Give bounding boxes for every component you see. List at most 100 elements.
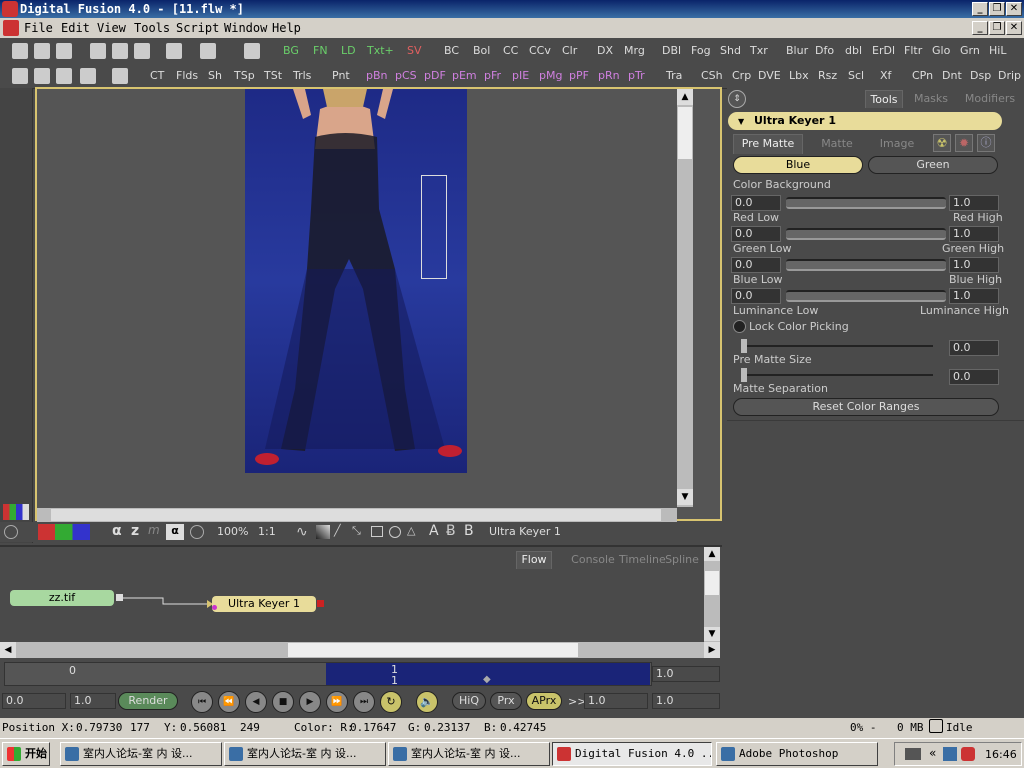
tool-rsz[interactable]: Rsz [818, 69, 837, 82]
task-photoshop[interactable]: Adobe Photoshop [716, 742, 878, 766]
flow-area[interactable]: Flow Console Timeline Spline ▲ ▼ zz.tif … [0, 545, 722, 658]
luminance-low-field[interactable]: 0.0 [731, 288, 781, 304]
selection-rectangle[interactable] [421, 175, 447, 279]
tool-bc[interactable]: BC [444, 44, 459, 57]
new-icon[interactable] [12, 43, 28, 59]
tab-modifiers[interactable]: Modifiers [962, 92, 1018, 105]
green-high-field[interactable]: 1.0 [949, 226, 999, 242]
flow-hscroll-thumb[interactable] [288, 643, 578, 657]
tool-dbl[interactable]: DBl [662, 44, 681, 57]
gear-icon[interactable]: ✹ [955, 134, 973, 152]
prx-button[interactable]: Prx [490, 692, 522, 710]
circle-icon[interactable] [389, 526, 401, 538]
brush-icon[interactable]: ╱ [334, 524, 350, 540]
menu-tools[interactable]: Tools [134, 21, 170, 35]
tool-shd[interactable]: Shd [720, 44, 741, 57]
subtab-pre-matte[interactable]: Pre Matte [733, 134, 803, 154]
tab-spline[interactable]: Spline [664, 553, 700, 566]
tab-tools[interactable]: Tools [865, 90, 903, 108]
tool-ld[interactable]: LD [341, 44, 356, 57]
tool-ptr[interactable]: pTr [628, 69, 645, 82]
checker-icon[interactable] [190, 525, 204, 539]
node-output-port-red[interactable] [317, 600, 324, 607]
menu-view[interactable]: View [97, 21, 126, 35]
memory-icon[interactable] [112, 68, 128, 84]
tool-txr[interactable]: Txr [750, 44, 768, 57]
tool-grn[interactable]: Grn [960, 44, 980, 57]
tool-txt[interactable]: Txt+ [367, 44, 394, 57]
tool-pmg[interactable]: pMg [539, 69, 562, 82]
scroll-thumb[interactable] [678, 107, 692, 159]
tool-fltr[interactable]: Fltr [904, 44, 922, 57]
tool-pdf[interactable]: pDF [424, 69, 446, 82]
tool-fog[interactable]: Fog [691, 44, 711, 57]
tool-hil[interactable]: HiL [989, 44, 1006, 57]
playhead-icon[interactable]: ◆ [483, 674, 491, 685]
scroll-up-icon[interactable]: ▲ [677, 89, 693, 105]
render-button[interactable]: Render [118, 692, 178, 710]
flow-scroll-thumb[interactable] [705, 571, 719, 595]
viewer-hscroll[interactable] [37, 508, 677, 522]
color-channel-icon[interactable] [38, 524, 90, 540]
tool-prn[interactable]: pRn [598, 69, 620, 82]
go-to-end-icon[interactable]: ⏭ [353, 691, 375, 713]
red-high-field[interactable]: 1.0 [949, 195, 999, 211]
blue-low-field[interactable]: 0.0 [731, 257, 781, 273]
matte-separation-handle[interactable] [741, 368, 747, 382]
tray-expand-icon[interactable]: « [929, 746, 936, 760]
tool-pfr[interactable]: pFr [484, 69, 501, 82]
tab-masks[interactable]: Masks [909, 92, 953, 105]
channel-alpha-button[interactable]: α [112, 523, 122, 539]
lock-color-radio[interactable] [733, 320, 746, 333]
tool-bg[interactable]: BG [283, 44, 299, 57]
subtab-image[interactable]: Image [869, 137, 925, 150]
minimize-icon[interactable]: _ [972, 2, 988, 16]
menu-edit[interactable]: Edit [61, 21, 90, 35]
pre-matte-size-handle[interactable] [741, 339, 747, 353]
menu-window[interactable]: Window [224, 21, 267, 35]
layout-quad-icon[interactable] [80, 68, 96, 84]
ratio-readout[interactable]: 1:1 [258, 525, 276, 538]
channel-ab-divider-icon[interactable]: Ƀ [446, 523, 456, 539]
menu-script[interactable]: Script [176, 21, 219, 35]
timeline-end-field[interactable]: 1.0 [652, 666, 720, 682]
go-to-start-icon[interactable]: ⏮ [191, 691, 213, 713]
tool-blur[interactable]: Blur [786, 44, 808, 57]
tool-dbl2[interactable]: dbl [845, 44, 862, 57]
doc-restore-icon[interactable]: ❐ [989, 21, 1005, 35]
green-option-button[interactable]: Green [868, 156, 998, 174]
flow-scroll-left-icon[interactable]: ◀ [0, 642, 16, 658]
tool-tst[interactable]: TSt [264, 69, 282, 82]
viewer-vscroll[interactable]: ▲ ▼ [677, 89, 693, 507]
node-ultra-keyer[interactable]: Ultra Keyer 1 [212, 596, 316, 612]
blue-high-field[interactable]: 1.0 [949, 257, 999, 273]
doc-minimize-icon[interactable]: _ [972, 21, 988, 35]
global-start-field[interactable]: 0.0 [2, 693, 66, 709]
tool-dnt[interactable]: Dnt [942, 69, 962, 82]
paste-icon[interactable] [134, 43, 150, 59]
layout-single-icon[interactable] [12, 68, 28, 84]
keyboard-icon[interactable] [905, 748, 921, 760]
luminance-range-slider[interactable] [786, 290, 946, 302]
task-forum-3[interactable]: 室内人论坛-室 内 设... [388, 742, 550, 766]
alpha-toggle-icon[interactable]: α [166, 524, 184, 540]
task-forum-2[interactable]: 室内人论坛-室 内 设... [224, 742, 386, 766]
tool-sh[interactable]: Sh [208, 69, 222, 82]
menu-help[interactable]: Help [272, 21, 301, 35]
tool-pnt[interactable]: Pnt [332, 69, 350, 82]
zoom-readout[interactable]: 100% [217, 525, 248, 538]
tool-dve[interactable]: DVE [758, 69, 781, 82]
blue-range-slider[interactable] [786, 259, 946, 271]
tool-csh[interactable]: CSh [701, 69, 723, 82]
scroll-down-icon[interactable]: ▼ [677, 489, 693, 505]
tool-ppf[interactable]: pPF [569, 69, 589, 82]
tool-scl[interactable]: Scl [848, 69, 864, 82]
layout-horizontal-icon[interactable] [56, 68, 72, 84]
task-forum-1[interactable]: 室内人论坛-室 内 设... [60, 742, 222, 766]
loop-icon[interactable]: ↻ [380, 691, 402, 713]
copy-icon[interactable] [112, 43, 128, 59]
tool-ct[interactable]: CT [150, 69, 164, 82]
channel-m-button[interactable]: m [148, 523, 160, 537]
tool-ccv[interactable]: CCv [529, 44, 551, 57]
hscroll-thumb[interactable] [51, 509, 661, 521]
